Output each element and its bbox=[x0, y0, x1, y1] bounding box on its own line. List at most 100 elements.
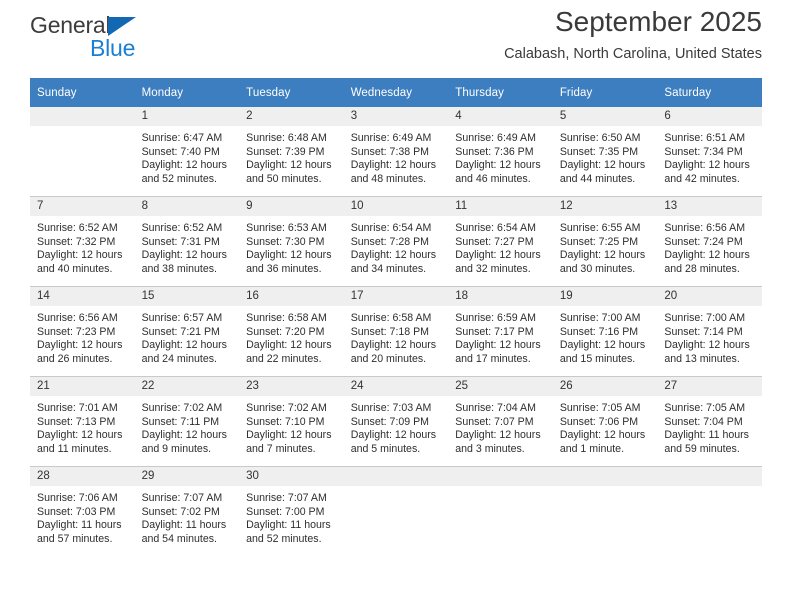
day-detail-sunrise: Sunrise: 6:59 AM bbox=[455, 312, 536, 324]
calendar-cell-day: 7 Sunrise: 6:52 AM Sunset: 7:32 PM Daylight… bbox=[30, 197, 135, 286]
day-detail-sunset: Sunset: 7:14 PM bbox=[664, 325, 743, 338]
calendar-cell[interactable]: 7 Sunrise: 6:52 AM Sunset: 7:32 PM Daylight… bbox=[30, 196, 135, 287]
day-number: 10 bbox=[343, 197, 449, 216]
calendar-cell[interactable]: 18 Sunrise: 6:59 AM Sunset: 7:17 PM Dayligh… bbox=[448, 286, 553, 377]
day-detail-sunset: Sunset: 7:34 PM bbox=[664, 145, 743, 158]
day-number: 22 bbox=[134, 377, 240, 396]
calendar-cell[interactable]: 27 Sunrise: 7:05 AM Sunset: 7:04 PM Dayligh… bbox=[657, 376, 762, 467]
day-details: Sunrise: 6:59 AM Sunset: 7:17 PM Daylight:… bbox=[448, 306, 553, 366]
day-number: 29 bbox=[134, 467, 240, 486]
calendar-cell[interactable] bbox=[657, 466, 762, 556]
calendar-cell[interactable]: 19 Sunrise: 7:00 AM Sunset: 7:16 PM Dayligh… bbox=[552, 286, 658, 377]
calendar-cell-day: 26 Sunrise: 7:05 AM Sunset: 7:06 PM Dayligh… bbox=[552, 377, 658, 466]
calendar-cell[interactable]: 3 Sunrise: 6:49 AM Sunset: 7:38 PM Daylight… bbox=[343, 107, 449, 197]
day-number bbox=[30, 107, 135, 126]
day-detail-sunset: Sunset: 7:18 PM bbox=[350, 325, 430, 338]
calendar-cell[interactable]: 22 Sunrise: 7:02 AM Sunset: 7:11 PM Dayligh… bbox=[134, 376, 240, 467]
calendar-cell[interactable] bbox=[448, 466, 553, 556]
calendar-cell[interactable]: 24 Sunrise: 7:03 AM Sunset: 7:09 PM Dayligh… bbox=[343, 376, 449, 467]
page-title: September 2025 bbox=[554, 6, 762, 37]
day-details: Sunrise: 7:05 AM Sunset: 7:04 PM Daylight:… bbox=[657, 396, 762, 456]
calendar-cell[interactable]: 15 Sunrise: 6:57 AM Sunset: 7:21 PM Dayligh… bbox=[134, 286, 240, 377]
day-detail-daylight-line2: and 1 minute. bbox=[559, 442, 625, 455]
day-number: 17 bbox=[343, 287, 449, 306]
calendar-cell[interactable]: 10 Sunrise: 6:54 AM Sunset: 7:28 PM Dayligh… bbox=[343, 196, 449, 287]
weekday-header-saturday: Saturday bbox=[657, 78, 762, 107]
calendar-cell-empty bbox=[448, 467, 553, 556]
day-detail-sunset: Sunset: 7:20 PM bbox=[246, 325, 325, 338]
calendar-cell[interactable]: 13 Sunrise: 6:56 AM Sunset: 7:24 PM Dayligh… bbox=[657, 196, 762, 287]
day-details: Sunrise: 6:54 AM Sunset: 7:27 PM Daylight:… bbox=[448, 216, 553, 276]
calendar-cell[interactable] bbox=[552, 466, 658, 556]
day-detail-sunset: Sunset: 7:03 PM bbox=[37, 505, 116, 518]
day-detail-sunrise: Sunrise: 6:58 AM bbox=[350, 312, 432, 324]
calendar-cell-day: 17 Sunrise: 6:58 AM Sunset: 7:18 PM Dayligh… bbox=[343, 287, 449, 376]
calendar-cell[interactable]: 30 Sunrise: 7:07 AM Sunset: 7:00 PM Dayligh… bbox=[239, 466, 344, 556]
calendar-cell[interactable]: 26 Sunrise: 7:05 AM Sunset: 7:06 PM Dayligh… bbox=[552, 376, 658, 467]
day-details: Sunrise: 6:56 AM Sunset: 7:24 PM Daylight:… bbox=[657, 216, 762, 276]
calendar-cell[interactable] bbox=[30, 107, 135, 197]
day-number bbox=[657, 467, 762, 486]
day-detail-sunset: Sunset: 7:32 PM bbox=[37, 235, 116, 248]
day-number: 5 bbox=[552, 107, 658, 126]
calendar-cell-day: 8 Sunrise: 6:52 AM Sunset: 7:31 PM Daylight… bbox=[134, 197, 240, 286]
day-detail-sunset: Sunset: 7:36 PM bbox=[455, 145, 534, 158]
calendar-cell-day: 16 Sunrise: 6:58 AM Sunset: 7:20 PM Dayligh… bbox=[239, 287, 344, 376]
day-detail-sunset: Sunset: 7:40 PM bbox=[141, 145, 220, 158]
calendar-cell[interactable]: 1 Sunrise: 6:47 AM Sunset: 7:40 PM Daylight… bbox=[134, 107, 240, 197]
day-detail-daylight-line1: Daylight: 12 hours bbox=[664, 249, 750, 262]
day-detail-sunrise: Sunrise: 7:02 AM bbox=[246, 402, 327, 414]
day-number: 23 bbox=[239, 377, 344, 396]
day-detail-sunrise: Sunrise: 7:00 AM bbox=[559, 312, 641, 324]
calendar-cell[interactable]: 25 Sunrise: 7:04 AM Sunset: 7:07 PM Dayligh… bbox=[448, 376, 553, 467]
day-number: 12 bbox=[552, 197, 658, 216]
calendar-cell[interactable]: 23 Sunrise: 7:02 AM Sunset: 7:10 PM Dayligh… bbox=[239, 376, 344, 467]
day-detail-sunset: Sunset: 7:17 PM bbox=[455, 325, 534, 338]
day-detail-daylight-line2: and 28 minutes. bbox=[664, 262, 740, 275]
day-detail-sunset: Sunset: 7:09 PM bbox=[350, 415, 430, 428]
day-detail-daylight-line1: Daylight: 12 hours bbox=[455, 249, 541, 262]
calendar-cell-day: 10 Sunrise: 6:54 AM Sunset: 7:28 PM Dayligh… bbox=[343, 197, 449, 286]
calendar-cell[interactable]: 16 Sunrise: 6:58 AM Sunset: 7:20 PM Dayligh… bbox=[239, 286, 344, 377]
calendar-cell[interactable]: 14 Sunrise: 6:56 AM Sunset: 7:23 PM Dayligh… bbox=[30, 286, 135, 377]
calendar-cell[interactable]: 21 Sunrise: 7:01 AM Sunset: 7:13 PM Dayligh… bbox=[30, 376, 135, 467]
calendar-cell-day: 25 Sunrise: 7:04 AM Sunset: 7:07 PM Dayligh… bbox=[448, 377, 553, 466]
calendar-cell[interactable]: 5 Sunrise: 6:50 AM Sunset: 7:35 PM Daylight… bbox=[552, 107, 658, 197]
day-detail-daylight-line2: and 40 minutes. bbox=[37, 262, 113, 275]
day-detail-daylight-line2: and 54 minutes. bbox=[141, 532, 217, 545]
day-details: Sunrise: 7:07 AM Sunset: 7:02 PM Daylight:… bbox=[135, 486, 240, 546]
calendar-cell[interactable]: 4 Sunrise: 6:49 AM Sunset: 7:36 PM Daylight… bbox=[448, 107, 553, 197]
generalblue-logo[interactable]: General Blue bbox=[30, 12, 180, 64]
logo-triangle-icon bbox=[108, 17, 136, 36]
day-detail-daylight-line2: and 5 minutes. bbox=[350, 442, 421, 455]
calendar-cell-empty bbox=[657, 467, 762, 556]
calendar-cell[interactable]: 12 Sunrise: 6:55 AM Sunset: 7:25 PM Dayligh… bbox=[552, 196, 658, 287]
day-detail-daylight-line1: Daylight: 11 hours bbox=[141, 519, 227, 532]
day-detail-daylight-line2: and 24 minutes. bbox=[141, 352, 217, 365]
calendar-cell[interactable]: 28 Sunrise: 7:06 AM Sunset: 7:03 PM Dayligh… bbox=[30, 466, 135, 556]
calendar-cell[interactable]: 9 Sunrise: 6:53 AM Sunset: 7:30 PM Daylight… bbox=[239, 196, 344, 287]
day-detail-daylight-line2: and 30 minutes. bbox=[559, 262, 636, 275]
day-details: Sunrise: 7:07 AM Sunset: 7:00 PM Daylight:… bbox=[239, 486, 344, 546]
day-detail-sunrise: Sunrise: 6:52 AM bbox=[141, 222, 223, 234]
calendar-cell[interactable]: 8 Sunrise: 6:52 AM Sunset: 7:31 PM Daylight… bbox=[134, 196, 240, 287]
calendar-cell[interactable] bbox=[343, 466, 449, 556]
calendar-cell[interactable]: 20 Sunrise: 7:00 AM Sunset: 7:14 PM Dayligh… bbox=[657, 286, 762, 377]
calendar-cell-day: 6 Sunrise: 6:51 AM Sunset: 7:34 PM Daylight… bbox=[657, 107, 762, 196]
calendar-cell[interactable]: 11 Sunrise: 6:54 AM Sunset: 7:27 PM Dayligh… bbox=[448, 196, 553, 287]
day-details: Sunrise: 7:04 AM Sunset: 7:07 PM Daylight:… bbox=[448, 396, 553, 456]
calendar-cell[interactable]: 2 Sunrise: 6:48 AM Sunset: 7:39 PM Daylight… bbox=[239, 107, 344, 197]
day-number: 7 bbox=[30, 197, 135, 216]
day-detail-sunrise: Sunrise: 6:56 AM bbox=[664, 222, 746, 234]
day-detail-daylight-line1: Daylight: 12 hours bbox=[141, 159, 227, 172]
calendar-cell[interactable]: 17 Sunrise: 6:58 AM Sunset: 7:18 PM Dayligh… bbox=[343, 286, 449, 377]
day-detail-daylight-line1: Daylight: 12 hours bbox=[246, 159, 332, 172]
calendar-cell[interactable]: 29 Sunrise: 7:07 AM Sunset: 7:02 PM Dayligh… bbox=[134, 466, 240, 556]
day-detail-daylight-line2: and 42 minutes. bbox=[664, 172, 740, 185]
day-detail-daylight-line2: and 44 minutes. bbox=[559, 172, 636, 185]
calendar-cell[interactable]: 6 Sunrise: 6:51 AM Sunset: 7:34 PM Daylight… bbox=[657, 107, 762, 197]
day-details: Sunrise: 6:55 AM Sunset: 7:25 PM Daylight:… bbox=[553, 216, 658, 276]
day-details: Sunrise: 7:02 AM Sunset: 7:11 PM Daylight:… bbox=[135, 396, 240, 456]
day-detail-daylight-line2: and 7 minutes. bbox=[246, 442, 316, 455]
day-number bbox=[552, 467, 658, 486]
